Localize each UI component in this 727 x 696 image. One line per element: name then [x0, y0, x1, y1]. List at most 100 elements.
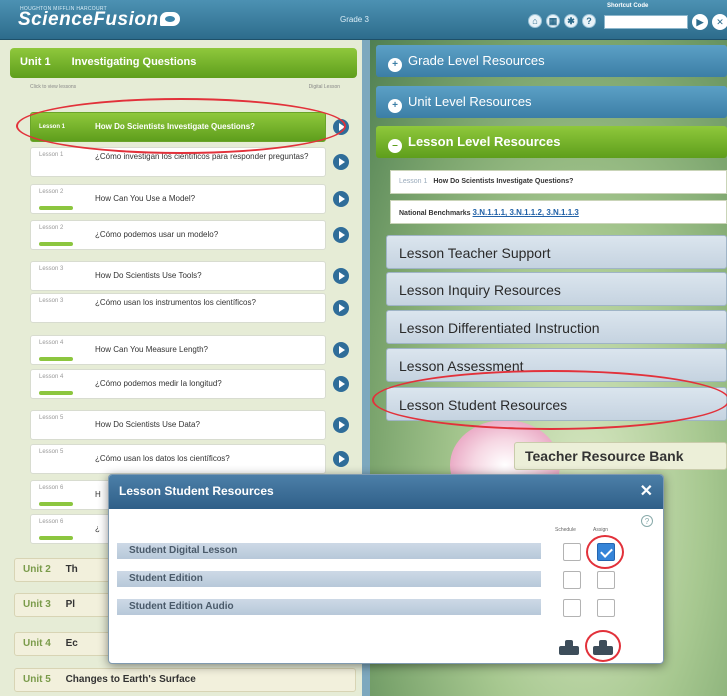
unit-title: Changes to Earth's Surface — [65, 674, 196, 685]
accordion-label: Unit Level Resources — [408, 94, 532, 109]
lesson-item[interactable]: Lesson 1 ¿Cómo investigan los científico… — [30, 147, 326, 177]
lesson-item[interactable]: Lesson 4 ¿Cómo podemos medir la longitud… — [30, 369, 326, 399]
benchmarks-label: National Benchmarks — [399, 210, 471, 217]
grade-label: Grade 3 — [340, 15, 369, 24]
assign-icon[interactable] — [593, 639, 613, 655]
lesson-number: Lesson 4 — [39, 374, 64, 380]
play-lesson-button[interactable] — [333, 342, 349, 358]
close-icon[interactable]: ✕ — [640, 481, 653, 501]
lesson-number: Lesson 3 — [39, 298, 64, 304]
dialog-header: Lesson Student Resources ✕ — [109, 475, 663, 509]
home-icon[interactable]: ⌂ — [528, 14, 542, 28]
lesson-number: Lesson 3 — [39, 266, 64, 272]
assign-checkbox[interactable] — [597, 571, 615, 589]
unit-1-header[interactable]: Unit 1 Investigating Questions — [10, 48, 357, 78]
lesson-item[interactable]: Lesson 4 How Can You Measure Length? — [30, 335, 326, 365]
lesson-item[interactable]: Lesson 5 ¿Cómo usan los datos los cientí… — [30, 444, 326, 474]
grade-level-resources-accordion[interactable]: + Grade Level Resources — [376, 45, 727, 77]
shortcut-code-input[interactable] — [604, 15, 688, 29]
lesson-inquiry-resources[interactable]: Lesson Inquiry Resources — [386, 272, 727, 306]
lesson-title: How Can You Use a Model? — [95, 194, 196, 203]
national-benchmarks: National Benchmarks 3.N.1.1.1, 3.N.1.1.2… — [390, 200, 727, 224]
schedule-checkbox[interactable] — [563, 571, 581, 589]
assign-checkbox[interactable] — [597, 543, 615, 561]
teacher-resource-bank-button[interactable]: Teacher Resource Bank — [514, 442, 727, 470]
unit-title: Th — [65, 564, 78, 575]
lesson-number: Lesson 5 — [39, 415, 64, 421]
progress-bar — [39, 391, 73, 395]
lesson-info-title: How Do Scientists Investigate Questions? — [433, 178, 574, 185]
resource-row: Student Edition Audio — [117, 599, 541, 615]
progress-bar — [39, 206, 73, 210]
play-lesson-button[interactable] — [333, 191, 349, 207]
lesson-item[interactable]: Lesson 2 How Can You Use a Model? — [30, 184, 326, 214]
unit-title: Ec — [65, 638, 78, 649]
benchmarks-links[interactable]: 3.N.1.1.1, 3.N.1.1.2, 3.N.1.1.3 — [473, 208, 579, 217]
lesson-title: How Do Scientists Use Data? — [95, 420, 200, 429]
resource-row: Student Digital Lesson — [117, 543, 541, 559]
unit-number: Unit 2 — [23, 564, 51, 575]
play-lesson-button[interactable] — [333, 300, 349, 316]
plus-icon: + — [388, 58, 402, 72]
lesson-title: ¿Cómo podemos usar un modelo? — [95, 230, 219, 239]
play-icon[interactable]: ▶ — [692, 14, 708, 30]
lesson-title: How Do Scientists Use Tools? — [95, 271, 202, 280]
play-lesson-button[interactable] — [333, 227, 349, 243]
lesson-number: Lesson 2 — [39, 225, 64, 231]
lesson-student-resources[interactable]: Lesson Student Resources — [386, 387, 727, 421]
assign-column-label: Assign — [593, 527, 609, 533]
lesson-level-resources-accordion[interactable]: – Lesson Level Resources — [376, 126, 727, 158]
unit-number: Unit 5 — [23, 674, 51, 685]
progress-bar — [39, 242, 73, 246]
unit-number: Unit 3 — [23, 599, 51, 610]
lesson-info-number: Lesson 1 — [399, 178, 428, 185]
lesson-number: Lesson 6 — [39, 485, 64, 491]
lesson-number: Lesson 1 — [39, 124, 66, 130]
app-logo[interactable]: ScienceFusion — [18, 9, 159, 31]
lesson-item[interactable]: Lesson 3 How Do Scientists Use Tools? — [30, 261, 326, 291]
lesson-number: Lesson 6 — [39, 519, 64, 525]
unit-number: Unit 1 — [20, 56, 51, 68]
play-lesson-button[interactable] — [333, 417, 349, 433]
lesson-info: Lesson 1 How Do Scientists Investigate Q… — [390, 170, 727, 194]
list-hint: Click to view lessons — [30, 84, 77, 90]
unit-title: Investigating Questions — [71, 56, 197, 68]
settings-icon[interactable]: ✱ — [564, 14, 578, 28]
progress-bar — [39, 357, 73, 361]
unit-level-resources-accordion[interactable]: + Unit Level Resources — [376, 86, 727, 118]
schedule-icon[interactable] — [559, 639, 579, 655]
play-lesson-button[interactable] — [333, 119, 349, 135]
unit-item[interactable]: Unit 5 Changes to Earth's Surface — [14, 668, 356, 692]
unit-number: Unit 4 — [23, 638, 51, 649]
calendar-icon[interactable]: ▦ — [546, 14, 560, 28]
lesson-title: ¿Cómo investigan los científicos para re… — [95, 152, 309, 161]
assign-checkbox[interactable] — [597, 599, 615, 617]
play-lesson-button[interactable] — [333, 376, 349, 392]
digital-lesson-column-label: Digital Lesson — [308, 84, 340, 90]
plus-icon: + — [388, 99, 402, 113]
play-lesson-button[interactable] — [333, 451, 349, 467]
lesson-assessment[interactable]: Lesson Assessment — [386, 348, 727, 382]
close-icon[interactable]: ✕ — [712, 14, 727, 30]
lesson-title: How Do Scientists Investigate Questions? — [95, 122, 256, 131]
dialog-title: Lesson Student Resources — [119, 484, 274, 498]
progress-bar — [39, 502, 73, 506]
accordion-label: Lesson Level Resources — [408, 134, 561, 149]
lesson-number: Lesson 1 — [39, 152, 64, 158]
lesson-item[interactable]: Lesson 1 How Do Scientists Investigate Q… — [30, 112, 326, 142]
schedule-checkbox[interactable] — [563, 543, 581, 561]
help-icon[interactable]: ? — [641, 515, 653, 527]
help-icon[interactable]: ? — [582, 14, 596, 28]
lesson-item[interactable]: Lesson 5 How Do Scientists Use Data? — [30, 410, 326, 440]
play-lesson-button[interactable] — [333, 268, 349, 284]
lesson-item[interactable]: Lesson 2 ¿Cómo podemos usar un modelo? — [30, 220, 326, 250]
lesson-title: How Can You Measure Length? — [95, 345, 208, 354]
lesson-teacher-support[interactable]: Lesson Teacher Support — [386, 235, 727, 269]
schedule-checkbox[interactable] — [563, 599, 581, 617]
shortcut-code-label: Shortcut Code — [607, 3, 649, 9]
schedule-column-label: Schedule — [555, 527, 576, 533]
lesson-list-header: Click to view lessons Digital Lesson — [30, 84, 340, 102]
lesson-differentiated-instruction[interactable]: Lesson Differentiated Instruction — [386, 310, 727, 344]
play-lesson-button[interactable] — [333, 154, 349, 170]
lesson-item[interactable]: Lesson 3 ¿Cómo usan los instrumentos los… — [30, 293, 326, 323]
